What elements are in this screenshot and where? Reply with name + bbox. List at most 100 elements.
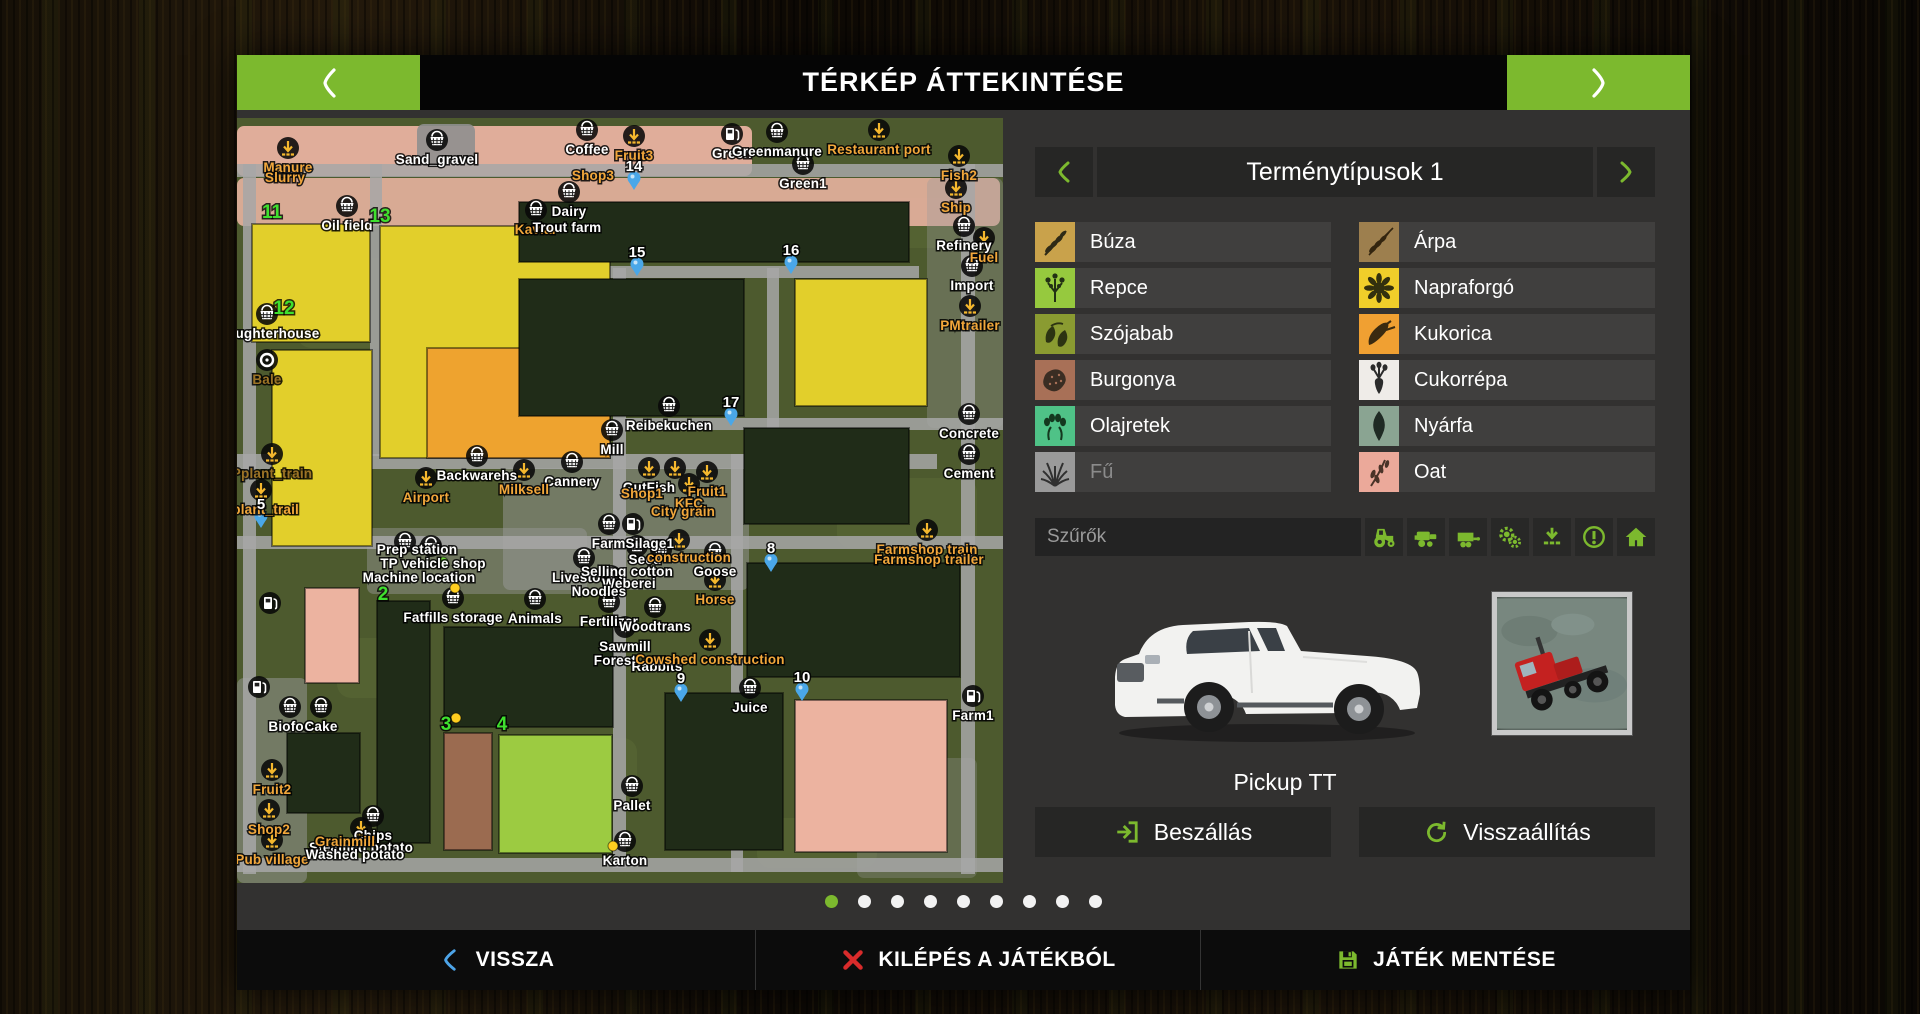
filter-buttons	[1365, 518, 1655, 556]
wheat-icon	[1035, 222, 1075, 262]
svg-text:Juice: Juice	[732, 700, 768, 715]
filter-gears-button[interactable]	[1491, 518, 1529, 556]
svg-text:Forest: Forest	[594, 653, 637, 668]
crop-label: Repce	[1075, 268, 1331, 308]
svg-text:3: 3	[441, 714, 452, 735]
crop-page-prev-button[interactable]	[1035, 147, 1093, 197]
svg-text:Fruit2: Fruit2	[253, 782, 292, 797]
svg-text:Mill: Mill	[600, 442, 623, 457]
vehicle-thumbnail[interactable]	[1492, 592, 1632, 735]
page-dot-4[interactable]	[924, 895, 937, 908]
filter-home-button[interactable]	[1617, 518, 1655, 556]
page-next-button[interactable]	[1507, 55, 1690, 110]
crop-row-sunflower[interactable]: Napraforgó	[1359, 268, 1655, 308]
crop-label: Oat	[1399, 452, 1655, 492]
page-dot-7[interactable]	[1023, 895, 1036, 908]
vehicle-name: Pickup TT	[1035, 769, 1535, 796]
gears-icon	[1497, 524, 1523, 550]
harvester-icon	[1413, 524, 1439, 550]
svg-text:Animals: Animals	[508, 611, 562, 626]
crop-row-barley[interactable]: Árpa	[1359, 222, 1655, 262]
page-dots	[237, 895, 1690, 908]
crop-row-grass[interactable]: Fű	[1035, 452, 1331, 492]
svg-text:Pplant_train: Pplant_train	[237, 466, 312, 481]
crop-column-0: Búza Repce Szójabab Burgonya Olajretek Fű	[1035, 222, 1331, 492]
svg-text:Shop1: Shop1	[621, 486, 664, 501]
crop-row-oat[interactable]: Oat	[1359, 452, 1655, 492]
crop-label: Olajretek	[1075, 406, 1331, 446]
page-dot-9[interactable]	[1089, 895, 1102, 908]
game-map[interactable]: ManureSlurrySand_gravelCoffeeFruit3Shop3…	[237, 118, 1003, 883]
crop-page-next-button[interactable]	[1597, 147, 1655, 197]
svg-text:Shop2: Shop2	[248, 822, 290, 837]
svg-text:8: 8	[767, 540, 775, 557]
svg-text:4: 4	[497, 714, 508, 735]
svg-text:Machine location: Machine location	[363, 570, 476, 585]
footer-label: KILÉPÉS A JÁTÉKBÓL	[878, 948, 1115, 972]
crop-row-beet[interactable]: Cukorrépa	[1359, 360, 1655, 400]
crop-label: Burgonya	[1075, 360, 1331, 400]
enter-vehicle-button[interactable]: Beszállás	[1035, 807, 1331, 857]
warning-icon	[1581, 524, 1607, 550]
footer-label: JÁTÉK MENTÉSE	[1373, 948, 1556, 972]
svg-text:construction: construction	[647, 550, 731, 565]
crop-row-poplar[interactable]: Nyárfa	[1359, 406, 1655, 446]
svg-text:Oil field: Oil field	[321, 218, 372, 233]
corn-icon	[1359, 314, 1399, 354]
filter-trailer-button[interactable]	[1449, 518, 1487, 556]
page-dot-8[interactable]	[1056, 895, 1069, 908]
page-dot-2[interactable]	[858, 895, 871, 908]
svg-text:Cake: Cake	[304, 719, 337, 734]
save-green-icon	[1335, 947, 1361, 973]
crop-row-wheat[interactable]: Búza	[1035, 222, 1331, 262]
page-dot-6[interactable]	[990, 895, 1003, 908]
svg-text:Reibekuchen: Reibekuchen	[626, 418, 712, 433]
filter-download-button[interactable]	[1533, 518, 1571, 556]
crop-row-potato[interactable]: Burgonya	[1035, 360, 1331, 400]
pickup-truck-image	[1097, 575, 1437, 755]
crop-row-radish[interactable]: Olajretek	[1035, 406, 1331, 446]
crop-column-1: Árpa Napraforgó Kukorica Cukorrépa Nyárfa Oat	[1359, 222, 1655, 492]
svg-text:Dairy: Dairy	[552, 204, 587, 219]
page-title: TÉRKÉP ÁTTEKINTÉSE	[237, 67, 1690, 98]
svg-text:12: 12	[273, 298, 294, 319]
svg-text:16: 16	[783, 242, 800, 259]
svg-text:TP vehicle shop: TP vehicle shop	[380, 556, 486, 571]
svg-text:Farmshop trailer: Farmshop trailer	[874, 552, 984, 567]
svg-text:Sand_gravel: Sand_gravel	[396, 152, 479, 167]
chevron-left-blue-icon	[438, 947, 464, 973]
svg-text:13: 13	[369, 206, 390, 227]
oat-icon	[1359, 452, 1399, 492]
game-map-canvas: ManureSlurrySand_gravelCoffeeFruit3Shop3…	[237, 118, 1003, 883]
filter-search-input[interactable]	[1035, 518, 1361, 556]
svg-text:Cowshed construction: Cowshed construction	[635, 652, 785, 667]
beet-icon	[1359, 360, 1399, 400]
download-icon	[1539, 524, 1565, 550]
enter-vehicle-label: Beszállás	[1154, 819, 1252, 846]
page-dot-3[interactable]	[891, 895, 904, 908]
filter-tractor-button[interactable]	[1365, 518, 1403, 556]
page-dot-5[interactable]	[957, 895, 970, 908]
svg-text:Pplant_trail: Pplant_trail	[237, 502, 299, 517]
footer-button-2[interactable]: JÁTÉK MENTÉSE	[1200, 930, 1690, 990]
filter-warning-button[interactable]	[1575, 518, 1613, 556]
reset-vehicle-button[interactable]: Visszaállítás	[1359, 807, 1655, 857]
svg-text:City grain: City grain	[651, 504, 715, 519]
title-bar: TÉRKÉP ÁTTEKINTÉSE	[237, 55, 1690, 110]
crop-label: Kukorica	[1399, 314, 1655, 354]
svg-text:10: 10	[794, 669, 811, 686]
crop-row-soybean[interactable]: Szójabab	[1035, 314, 1331, 354]
svg-text:Goose: Goose	[693, 564, 736, 579]
footer-button-1[interactable]: KILÉPÉS A JÁTÉKBÓL	[755, 930, 1200, 990]
page-dot-1[interactable]	[825, 895, 838, 908]
red-truck-thumbnail-image	[1497, 597, 1627, 730]
filter-harvester-button[interactable]	[1407, 518, 1445, 556]
poplar-icon	[1359, 406, 1399, 446]
footer-button-0[interactable]: VISSZA	[237, 930, 755, 990]
crop-row-canola[interactable]: Repce	[1035, 268, 1331, 308]
svg-text:Backwarehs: Backwarehs	[437, 468, 518, 483]
svg-text:Restaurant port: Restaurant port	[827, 142, 931, 157]
svg-text:Prep station: Prep station	[377, 542, 457, 557]
grass-icon	[1035, 452, 1075, 492]
crop-row-corn[interactable]: Kukorica	[1359, 314, 1655, 354]
